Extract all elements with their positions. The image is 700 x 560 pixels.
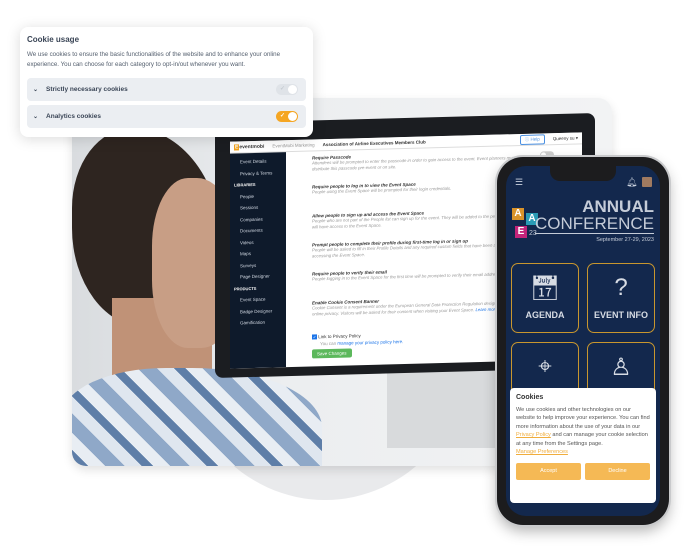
decline-button[interactable]: Decline (585, 462, 650, 480)
privacy-policy-link[interactable]: Privacy Policy (516, 432, 551, 438)
speaker-podium-icon: ♙ (610, 354, 632, 381)
phone-screen: ☰ 🔔︎ A A E 23 ANNUAL CONFERENCE Septembe… (506, 166, 660, 516)
sidebar: Event Details Privacy & Terms LIBRARIES … (230, 152, 286, 369)
avatar[interactable] (642, 177, 652, 187)
save-changes-button[interactable]: Save Changes (312, 348, 352, 359)
cookies-title: Cookies (516, 394, 544, 401)
help-button[interactable]: ⓘ Help (519, 133, 545, 145)
tile-agenda[interactable]: 📅︎ AGENDA (511, 263, 579, 333)
user-menu[interactable]: Queeny su ▾ (553, 135, 578, 142)
map-pin-icon: ⌖ (538, 353, 552, 380)
cookie-usage-description: We use cookies to ensure the basic funct… (27, 51, 281, 68)
sidebar-item-gamification[interactable]: Gamification (234, 316, 282, 329)
checkbox-icon[interactable]: ✓ (312, 334, 317, 340)
phone-cookie-banner: Cookies We use cookies and other technol… (510, 388, 656, 503)
chevron-down-icon[interactable]: ⌄ (33, 113, 38, 120)
category-strictly-necessary[interactable]: ⌄ Strictly necessary cookies ✓ (27, 78, 306, 101)
workspace-selector[interactable]: EventMobi Marketing (272, 142, 314, 148)
person-shirt (72, 368, 322, 466)
hamburger-menu-icon[interactable]: ☰ (515, 177, 523, 188)
toggle-analytics[interactable]: ✓ (276, 111, 298, 122)
privacy-policy-link[interactable]: manage your privacy policy here. (337, 339, 403, 346)
eventmobi-logo: Eeventmobi (234, 143, 265, 151)
learn-more-link[interactable]: Learn more (475, 307, 497, 313)
cookie-usage-card: Cookie usage We use cookies to ensure th… (20, 27, 313, 137)
category-analytics[interactable]: ⌄ Analytics cookies ✓ (27, 105, 306, 128)
chevron-down-icon[interactable]: ⌄ (33, 86, 38, 93)
manage-preferences-link[interactable]: Manage Preferences (516, 449, 568, 455)
toggle-strictly-necessary: ✓ (276, 84, 298, 95)
event-title: ANNUAL CONFERENCE September 27-29, 2023 (534, 197, 654, 243)
bell-icon[interactable]: 🔔︎ (626, 177, 637, 188)
cookie-usage-title: Cookie usage (27, 35, 80, 44)
event-dates: September 27-29, 2023 (596, 237, 654, 243)
event-name: Association of Airline Executives Member… (322, 139, 426, 148)
tile-event-info[interactable]: ? EVENT INFO (587, 263, 655, 333)
calendar-plane-icon: 📅︎ (529, 275, 561, 302)
phone-notch (550, 166, 616, 181)
accept-button[interactable]: Accept (516, 462, 581, 480)
question-pin-icon: ? (614, 274, 628, 301)
